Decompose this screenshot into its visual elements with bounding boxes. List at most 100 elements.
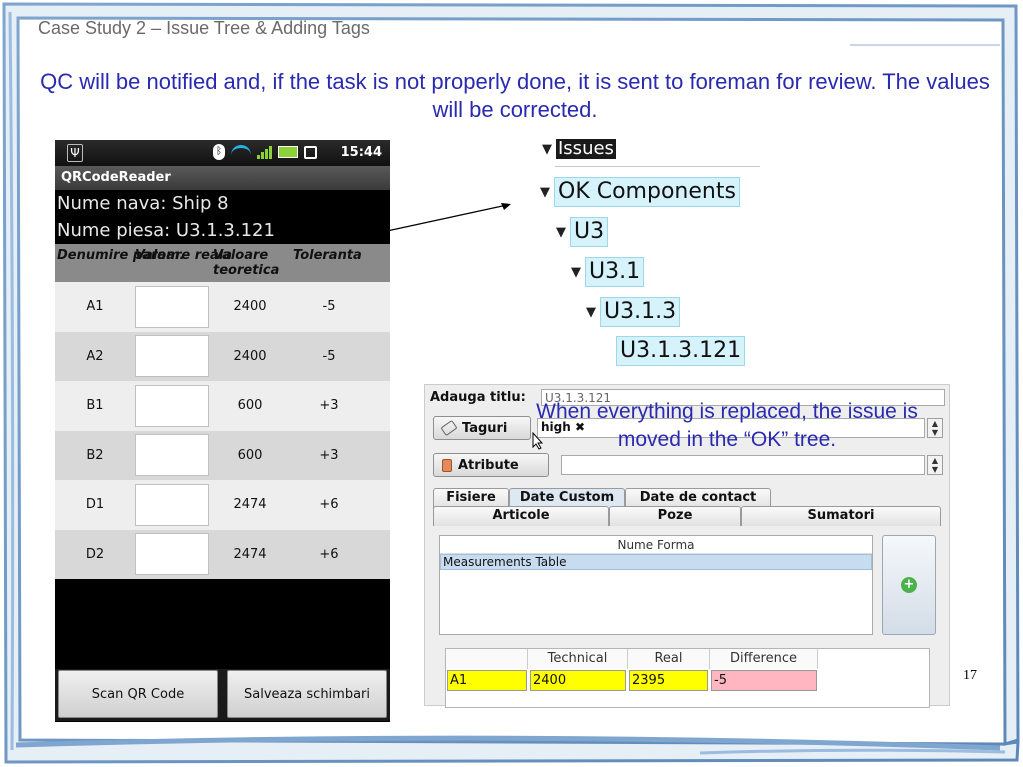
header-real: Valoare reala [135,248,232,263]
ship-name: Nume nava: Ship 8 [55,190,390,217]
tab-sumatori[interactable]: Sumatori [741,506,941,526]
bluetooth-icon: ᛒ [213,144,225,160]
tab-date-custom[interactable]: Date Custom [509,488,625,508]
real-value-input[interactable] [135,533,209,576]
status-clock: 15:44 [340,145,382,160]
pointer-arrow [386,203,511,232]
table-row: A2 2400 -5 [55,331,390,381]
tolerance-value: +6 [319,546,339,562]
save-changes-button[interactable]: Salveaza schimbari [227,670,387,718]
button-bar: Scan QR Code Salveaza schimbari [55,669,390,721]
expand-triangle-icon: ▼ [586,304,596,320]
tags-spinner[interactable]: ▲ ▼ [927,418,943,438]
param-name: B2 [86,447,104,463]
real-value-input[interactable] [135,285,209,328]
table-header: Denumire param. Valoare reala Valoare te… [55,244,390,282]
forms-column-header: Nume Forma [440,536,872,554]
attributes-button-label: Atribute [458,457,519,473]
theoretical-value: 600 [237,398,263,414]
attributes-spinner[interactable]: ▲ ▼ [927,455,943,475]
tolerance-value: +3 [319,398,339,414]
meas-cell-name[interactable]: A1 [447,670,527,691]
phone-screenshot: Ψ ᛒ 15:44 QRCodeReader Nume nava: Ship 8… [55,140,390,722]
usb-icon: Ψ [67,144,83,162]
table-row: B1 600 +3 [55,381,390,431]
real-value-input[interactable] [135,384,209,427]
page-number: 17 [963,668,977,683]
battery-icon [278,146,298,158]
expand-triangle-icon: ▼ [540,184,550,200]
tolerance-value: -5 [322,348,336,364]
wifi-icon [231,145,251,159]
tree-node-label: Issues [556,138,616,159]
meas-cell-difference[interactable]: -5 [711,670,817,691]
forms-row[interactable]: Measurements Table [440,554,872,570]
theoretical-value: 2474 [233,497,267,513]
tab-date-de-contact[interactable]: Date de contact [625,488,771,508]
tab-poze[interactable]: Poze [609,506,741,526]
meas-cell-technical[interactable]: 2400 [530,670,626,691]
table-row: A1 2400 -5 [55,282,390,332]
alarm-icon [304,145,317,159]
scan-qr-button[interactable]: Scan QR Code [58,670,218,718]
tolerance-value: +3 [319,447,339,463]
tree-separator [555,166,760,167]
tree-node-u3[interactable]: ▼ U3 [556,217,609,247]
param-name: A2 [86,348,104,364]
tags-button[interactable]: Taguri [433,416,531,440]
tab-fisiere[interactable]: Fisiere [433,488,509,508]
forms-table: Nume Forma Measurements Table [439,535,873,635]
tree-node-u3-1-3[interactable]: ▼ U3.1.3 [586,297,681,327]
tree-node-ok-components[interactable]: ▼ OK Components [540,177,740,207]
real-value-input[interactable] [135,335,209,378]
tree-node-u3-1-3-121[interactable]: U3.1.3.121 [616,336,746,366]
theoretical-value: 2400 [233,348,267,364]
attribute-icon [442,458,452,472]
header-theoretical: Valoare teoretica [213,248,280,278]
tolerance-value: +6 [319,497,339,513]
tree-node-issues[interactable]: ▼ Issues [542,139,616,159]
param-name: D1 [85,497,105,513]
expand-triangle-icon: ▼ [571,264,581,280]
tabs-row-2: Articole Poze Sumatori [433,506,941,526]
tree-node-label: U3.1.3 [600,297,681,327]
table-row: D1 2474 +6 [55,480,390,530]
meas-cell-real[interactable]: 2395 [629,670,708,691]
meas-header-real: Real [628,649,710,669]
measurement-table: Technical Real Difference A1 2400 2395 -… [445,648,930,708]
tree-node-label: U3.1 [585,257,645,287]
overlay-caption: When everything is replaced, the issue i… [536,400,918,451]
tree-node-label: OK Components [554,177,740,207]
attributes-button[interactable]: Atribute [433,453,549,477]
attributes-input[interactable] [561,455,925,475]
measurement-rows: A1 2400 -5 A2 2400 -5 B1 600 +3 B2 600 +3 D1 2474 +6 D2… [55,282,390,579]
param-name: B1 [86,398,104,414]
meas-header-name [446,649,528,669]
table-row: B2 600 +3 [55,430,390,480]
signal-icon [257,145,272,159]
param-name: D2 [85,546,105,562]
tags-button-label: Taguri [462,420,508,436]
add-form-button[interactable]: + [882,535,936,635]
real-value-input[interactable] [135,434,209,477]
expand-triangle-icon: ▼ [556,224,566,240]
theoretical-value: 2474 [233,546,267,562]
slide-subtitle: QC will be notified and, if the task is … [40,69,990,122]
param-name: A1 [86,299,104,315]
header-param: Denumire param. [57,248,185,263]
tree-node-u3-1[interactable]: ▼ U3.1 [571,257,645,287]
plus-icon: + [901,577,917,593]
real-value-input[interactable] [135,483,209,526]
header-tolerance: Toleranta [293,248,362,263]
app-title: QRCodeReader [55,166,390,190]
tabs-row-1: Fisiere Date Custom Date de contact [433,488,771,508]
status-icons: ᛒ [213,144,317,160]
tolerance-value: -5 [322,299,336,315]
tab-articole[interactable]: Articole [433,506,609,526]
tag-icon [440,419,458,437]
theoretical-value: 2400 [233,299,267,315]
meas-header-difference: Difference [710,649,818,669]
tree-node-label: U3.1.3.121 [616,336,746,366]
theoretical-value: 600 [237,447,263,463]
part-name: Nume piesa: U3.1.3.121 [55,217,390,244]
